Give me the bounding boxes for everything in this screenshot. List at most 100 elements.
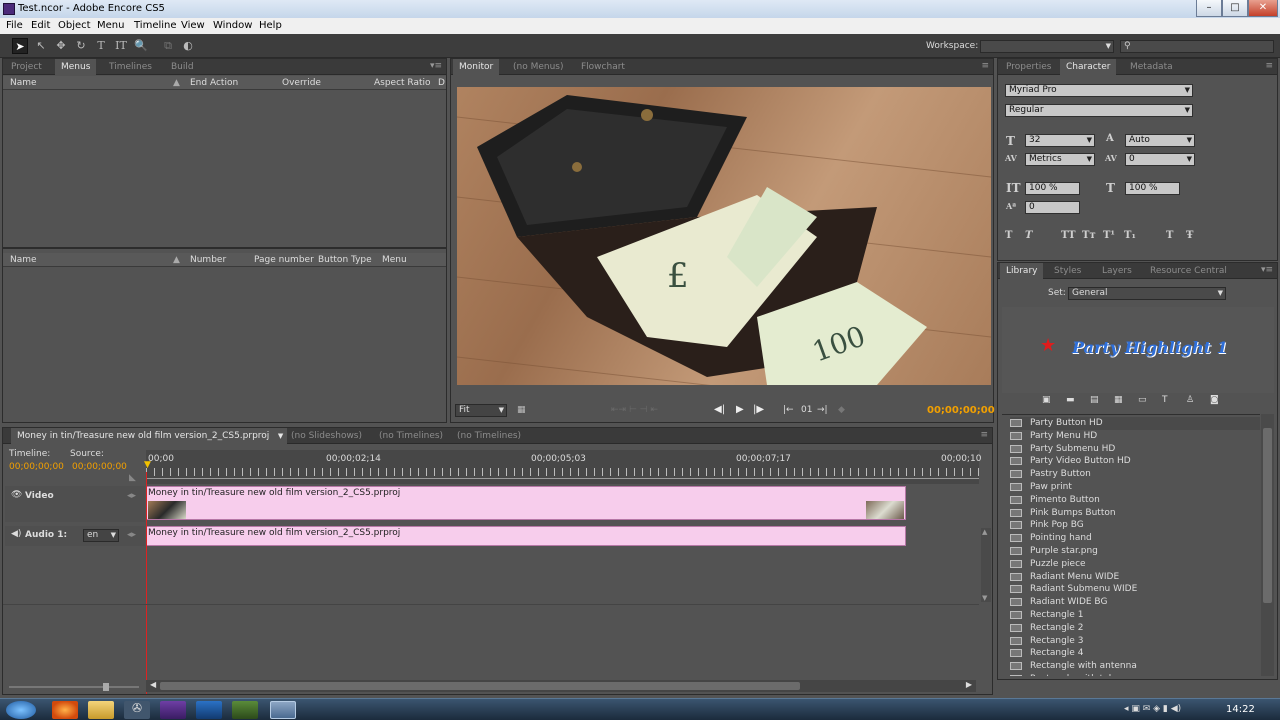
track-collapse-icon[interactable]: ◂▸ [127, 530, 136, 540]
baseline-shift-field[interactable]: 0 [1025, 201, 1080, 214]
media-encoder-icon[interactable] [232, 701, 258, 719]
filter-background-icon[interactable]: ▦ [1114, 395, 1123, 405]
faux-italic-icon[interactable]: T [1025, 230, 1032, 241]
zoom-tool-icon[interactable]: 🔍 [133, 38, 149, 54]
safe-area-icon[interactable]: ▦ [517, 405, 526, 415]
tab-flowchart[interactable]: Flowchart [575, 59, 631, 75]
filter-all-icon[interactable]: ◙ [1210, 395, 1219, 405]
video-eye-icon[interactable]: 👁 [11, 490, 22, 500]
small-caps-icon[interactable]: Tт [1082, 230, 1096, 241]
menu-file[interactable]: File [6, 20, 23, 31]
video-preview[interactable]: £ 100 [457, 87, 991, 385]
step-back-icon[interactable]: ◀| [714, 404, 725, 415]
filter-folder-icon[interactable]: ▭ [1138, 395, 1147, 405]
filter-button-icon[interactable]: ▬ [1066, 395, 1075, 405]
close-window-button[interactable]: ✕ [1248, 0, 1278, 17]
filter-shape-icon[interactable]: ♙ [1186, 395, 1194, 405]
col-number[interactable]: Number [190, 255, 226, 265]
time-ruler[interactable]: 00;00 00;00;02;14 00;00;05;03 00;00;07;1… [144, 450, 981, 484]
timeline-horizontal-scrollbar[interactable]: ◀ ▶ [146, 680, 976, 692]
library-scrollbar[interactable] [1261, 414, 1274, 676]
menu-help[interactable]: Help [259, 20, 282, 31]
tab-styles[interactable]: Styles [1048, 263, 1087, 279]
menu-view[interactable]: View [181, 20, 205, 31]
tracking-field[interactable]: 0 ▼ [1125, 153, 1195, 166]
col-end-action[interactable]: End Action [190, 78, 238, 88]
tab-no-timelines-1[interactable]: (no Timelines) [373, 428, 449, 444]
maximize-button[interactable]: □ [1222, 0, 1248, 17]
filter-menu-button-icon[interactable]: ▤ [1090, 395, 1099, 405]
library-set-dropdown[interactable]: General ▼ [1068, 287, 1226, 300]
col-name[interactable]: Name [10, 255, 37, 265]
rotate-tool-icon[interactable]: ↻ [73, 38, 89, 54]
col-page-number[interactable]: Page number [254, 255, 314, 265]
next-chapter-icon[interactable]: →| [817, 405, 828, 415]
menu-menu[interactable]: Menu [97, 20, 124, 31]
timeline-scroll-thumb[interactable] [160, 682, 800, 690]
tab-timeline-project[interactable]: Money in tin/Treasure new old film versi… [11, 428, 288, 444]
menu-timeline[interactable]: Timeline [134, 20, 177, 31]
tab-properties[interactable]: Properties [1000, 59, 1057, 75]
selection-tool-icon[interactable]: ➤ [12, 38, 28, 54]
col-override[interactable]: Override [282, 78, 321, 88]
tab-layers[interactable]: Layers [1096, 263, 1138, 279]
vertical-text-tool-icon[interactable]: IT [113, 38, 129, 54]
col-button-type[interactable]: Button Type [318, 255, 372, 265]
explorer-folder-icon[interactable] [88, 701, 114, 719]
preview-icon[interactable]: ◐ [180, 38, 196, 54]
col-menu[interactable]: Menu [382, 255, 407, 265]
tool-icon[interactable]: ✇ [124, 701, 150, 719]
panel-menu-icon[interactable]: ≡ [980, 430, 988, 440]
filter-text-icon[interactable]: T [1162, 395, 1168, 405]
start-button[interactable] [6, 701, 36, 719]
kerning-field[interactable]: Metrics ▼ [1025, 153, 1095, 166]
panel-menu-icon[interactable]: ≡ [1265, 61, 1273, 71]
font-style-dropdown[interactable]: Regular ▼ [1005, 104, 1193, 117]
move-tool-icon[interactable]: ✥ [53, 38, 69, 54]
tab-build[interactable]: Build [165, 59, 200, 75]
source-timecode[interactable]: 00;00;00;00 [72, 462, 127, 472]
font-family-dropdown[interactable]: Myriad Pro ▼ [1005, 84, 1193, 97]
premiere-icon[interactable] [160, 701, 186, 719]
faux-bold-icon[interactable]: T [1005, 230, 1012, 241]
col-aspect-ratio[interactable]: Aspect Ratio [374, 78, 431, 88]
audio-clip[interactable]: Money in tin/Treasure new old film versi… [146, 526, 906, 546]
tab-no-menus[interactable]: (no Menus) [507, 59, 570, 75]
firefox-icon[interactable] [52, 701, 78, 719]
tab-project[interactable]: Project [5, 59, 48, 75]
leading-field[interactable]: Auto ▼ [1125, 134, 1195, 147]
horizontal-scale-field[interactable]: 100 % [1125, 182, 1180, 195]
vertical-scale-field[interactable]: 100 % [1025, 182, 1080, 195]
filter-menu-icon[interactable]: ▣ [1042, 395, 1051, 405]
panel-menu-icon[interactable]: ▾≡ [1261, 265, 1273, 275]
prev-chapter-icon[interactable]: |← [783, 405, 794, 415]
zoom-slider[interactable] [9, 683, 139, 691]
tab-metadata[interactable]: Metadata [1124, 59, 1179, 75]
playhead-marker-icon[interactable]: ▼ [144, 460, 151, 470]
zoom-fit-dropdown[interactable]: Fit ▼ [455, 404, 507, 417]
menu-edit[interactable]: Edit [31, 20, 50, 31]
subscript-icon[interactable]: T₁ [1124, 230, 1136, 241]
encore-taskbar-icon[interactable] [270, 701, 296, 719]
font-size-field[interactable]: 32 ▼ [1025, 134, 1095, 147]
tab-character[interactable]: Character [1060, 59, 1117, 75]
speaker-icon[interactable]: ◀) [11, 529, 21, 539]
text-tool-icon[interactable]: T [93, 38, 109, 54]
step-forward-icon[interactable]: |▶ [753, 404, 764, 415]
video-clip[interactable]: Money in tin/Treasure new old film versi… [146, 486, 906, 520]
edit-original-icon[interactable]: ⧉ [160, 38, 176, 54]
panel-menu-icon[interactable]: ≡ [981, 61, 989, 71]
menu-object[interactable]: Object [58, 20, 91, 31]
superscript-icon[interactable]: T¹ [1103, 230, 1115, 241]
play-icon[interactable]: ▶ [736, 404, 744, 415]
track-scrollbar[interactable]: ▲ ▼ [981, 528, 991, 602]
library-item[interactable]: Party Button HD [1010, 417, 1260, 430]
workspace-dropdown[interactable]: ▼ [980, 40, 1114, 53]
tab-no-timelines-2[interactable]: (no Timelines) [451, 428, 527, 444]
tab-no-slideshows[interactable]: (no Slideshows) [285, 428, 368, 444]
monitor-timecode[interactable]: 00;00;00;00 [927, 405, 995, 416]
all-caps-icon[interactable]: TT [1061, 230, 1076, 241]
minimize-button[interactable]: – [1196, 0, 1222, 17]
audio-language-dropdown[interactable]: en ▼ [83, 529, 119, 542]
col-d[interactable]: D [438, 78, 445, 88]
